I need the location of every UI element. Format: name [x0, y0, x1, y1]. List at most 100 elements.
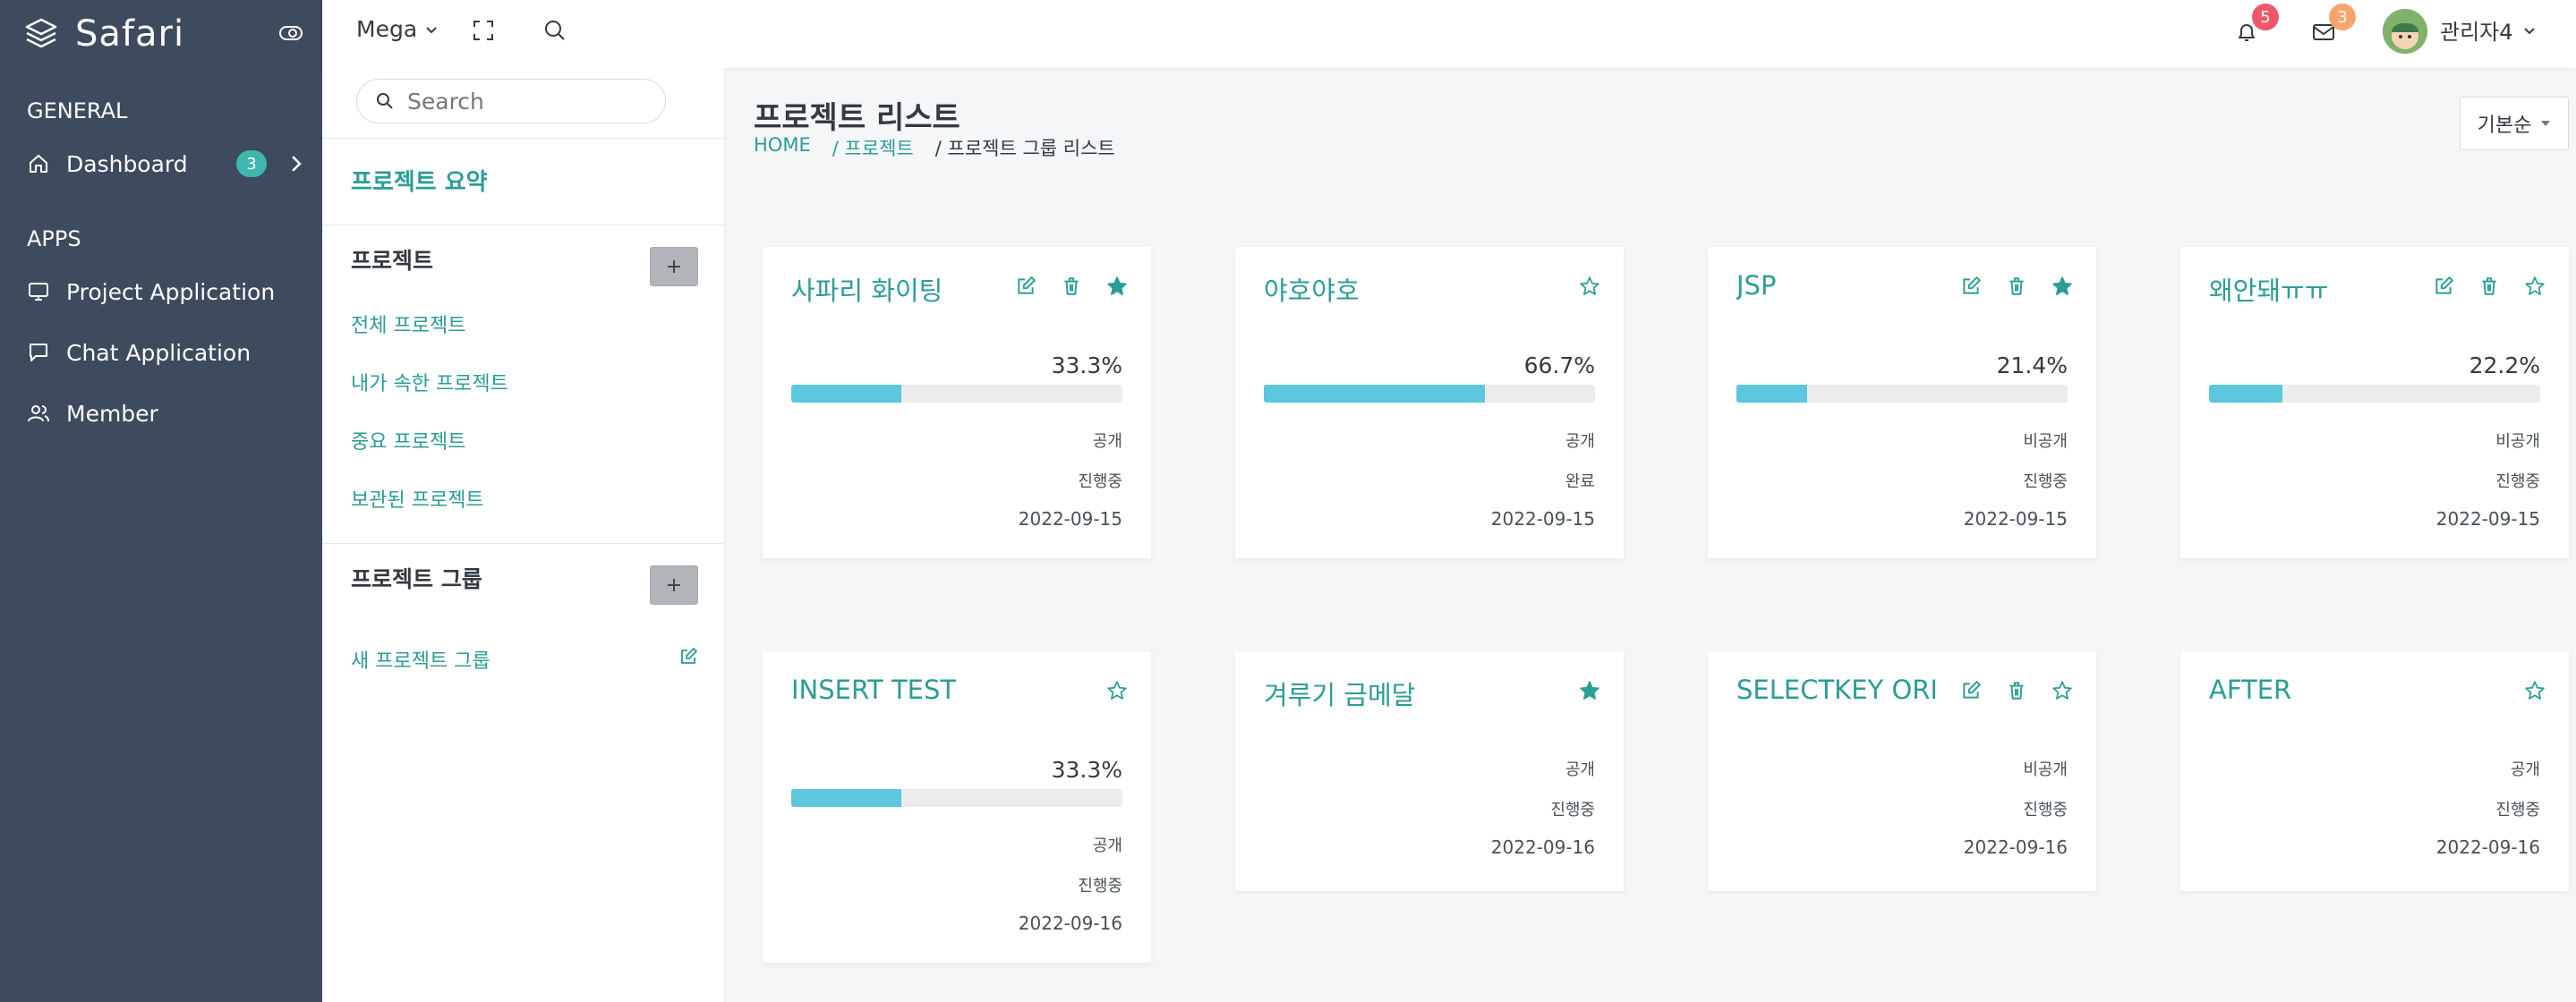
- star-outline-icon[interactable]: [2524, 276, 2546, 297]
- project-card-title[interactable]: AFTER: [2209, 675, 2291, 705]
- add-group-button[interactable]: [650, 565, 698, 605]
- new-group-link[interactable]: 새 프로젝트 그룹: [351, 645, 490, 674]
- dashboard-badge: 3: [236, 150, 267, 177]
- breadcrumb-projects[interactable]: / 프로젝트: [832, 134, 914, 161]
- date-label: 2022-09-15: [1018, 508, 1122, 530]
- project-card-title[interactable]: 사파리 화이팅: [791, 270, 943, 308]
- project-card[interactable]: INSERT TEST 33.3% 공개 진행중 2022-09-16: [763, 651, 1151, 963]
- progress-bar: [1264, 385, 1595, 403]
- trash-icon[interactable]: [2478, 276, 2500, 297]
- star-filled-icon[interactable]: [1579, 680, 1600, 701]
- layers-logo-icon: [25, 18, 57, 48]
- user-menu-button[interactable]: 관리자4: [2440, 14, 2537, 46]
- plus-icon: [668, 579, 680, 591]
- star-outline-icon[interactable]: [2051, 680, 2073, 701]
- projects-heading: 프로젝트: [351, 248, 434, 274]
- mega-menu-button[interactable]: Mega: [356, 16, 439, 42]
- edit-icon[interactable]: [1015, 276, 1036, 297]
- breadcrumb-current: / 프로젝트 그룹 리스트: [934, 138, 1115, 159]
- date-label: 2022-09-15: [1963, 508, 2068, 530]
- project-card-title[interactable]: JSP: [1736, 270, 1776, 301]
- search-icon: [377, 93, 393, 109]
- project-card-title[interactable]: 야호야호: [1264, 270, 1360, 308]
- sidebar-item-member[interactable]: Member: [0, 391, 322, 436]
- add-project-button[interactable]: [650, 247, 698, 286]
- card-actions: [1936, 276, 2073, 297]
- project-card[interactable]: 야호야호 66.7% 공개 완료 2022-09-15: [1235, 247, 1624, 558]
- project-card-title[interactable]: INSERT TEST: [791, 675, 956, 705]
- project-card[interactable]: 왜안돼ㅠㅠ 22.2% 비공개 진행중 2022-09-15: [2180, 247, 2569, 558]
- project-groups-heading: 프로젝트 그룹: [351, 566, 482, 592]
- project-panel: 프로젝트 요약 프로젝트 전체 프로젝트 내가 속한 프로젝트 중요 프로젝트 …: [322, 68, 725, 1002]
- main-sidebar: Safari GENERAL Dashboard 3 APPS Project …: [0, 0, 322, 1002]
- sidebar-item-dashboard[interactable]: Dashboard 3: [0, 141, 322, 186]
- sort-dropdown[interactable]: 기본순: [2460, 97, 2569, 150]
- status-label: 진행중: [2495, 801, 2540, 819]
- trash-icon[interactable]: [2006, 680, 2027, 701]
- visibility-label: 비공개: [2495, 432, 2540, 451]
- project-card-title[interactable]: SELECTKEY ORI: [1736, 675, 1938, 705]
- project-link-important[interactable]: 중요 프로젝트: [351, 426, 465, 454]
- progress-bar-fill: [1264, 385, 1485, 403]
- project-card-title[interactable]: 겨루기 금메달: [1264, 675, 1415, 712]
- sort-label: 기본순: [2477, 115, 2532, 137]
- sidebar-item-project-application[interactable]: Project Application: [0, 269, 322, 314]
- visibility-label: 공개: [1565, 760, 1595, 779]
- project-link-archived[interactable]: 보관된 프로젝트: [351, 484, 484, 513]
- date-label: 2022-09-15: [2435, 508, 2540, 530]
- progress-bar-fill: [2209, 385, 2283, 403]
- edit-icon[interactable]: [1960, 276, 1982, 297]
- star-outline-icon[interactable]: [1106, 680, 1128, 701]
- avatar[interactable]: [2383, 9, 2427, 54]
- project-link-mine[interactable]: 내가 속한 프로젝트: [351, 368, 508, 396]
- search-box[interactable]: [356, 79, 666, 123]
- progress-bar: [791, 385, 1122, 403]
- progress-percent: 21.4%: [1996, 352, 2068, 378]
- trash-icon[interactable]: [2006, 276, 2027, 297]
- progress-bar: [791, 789, 1122, 807]
- project-card[interactable]: SELECTKEY ORI 비공개 진행중 2022-09-16: [1708, 651, 2096, 891]
- brand[interactable]: Safari: [0, 0, 322, 68]
- progress-bar-fill: [791, 789, 902, 807]
- fullscreen-icon[interactable]: [471, 18, 496, 43]
- project-card[interactable]: 사파리 화이팅 33.3% 공개 진행중 2022-09-15: [763, 247, 1151, 558]
- status-label: 완료: [1565, 472, 1595, 491]
- card-actions: [2409, 276, 2546, 297]
- edit-icon[interactable]: [2433, 276, 2454, 297]
- star-filled-icon[interactable]: [1106, 276, 1128, 297]
- star-outline-icon[interactable]: [2524, 680, 2546, 701]
- project-card[interactable]: 겨루기 금메달 공개 진행중 2022-09-16: [1235, 651, 1624, 891]
- divider: [322, 543, 725, 544]
- progress-bar-fill: [791, 385, 902, 403]
- date-label: 2022-09-15: [1490, 508, 1595, 530]
- plus-icon: [668, 260, 680, 273]
- chevron-right-icon: [292, 156, 302, 172]
- section-title-general: GENERAL: [27, 98, 128, 123]
- toggle-sidebar-icon[interactable]: [277, 20, 304, 47]
- divider: [322, 138, 725, 139]
- project-summary-link[interactable]: 프로젝트 요약: [351, 164, 488, 197]
- star-outline-icon[interactable]: [1579, 276, 1600, 297]
- trash-icon[interactable]: [1061, 276, 1082, 297]
- project-card[interactable]: JSP 21.4% 비공개 진행중 2022-09-15: [1708, 247, 2096, 558]
- notification-badge: 5: [2252, 4, 2279, 30]
- search-icon[interactable]: [542, 18, 567, 43]
- brand-name: Safari: [75, 13, 185, 55]
- card-actions: [1555, 680, 1600, 701]
- project-link-all[interactable]: 전체 프로젝트: [351, 310, 465, 338]
- star-filled-icon[interactable]: [2051, 276, 2073, 297]
- chevron-down-icon: [2523, 27, 2535, 34]
- breadcrumb: HOME / 프로젝트 / 프로젝트 그룹 리스트: [754, 134, 1137, 161]
- sidebar-item-chat-application[interactable]: Chat Application: [0, 330, 322, 375]
- project-card-title[interactable]: 왜안돼ㅠㅠ: [2209, 270, 2328, 308]
- project-card[interactable]: AFTER 공개 진행중 2022-09-16: [2180, 651, 2569, 891]
- edit-icon[interactable]: [678, 647, 698, 667]
- search-input[interactable]: [407, 88, 658, 115]
- breadcrumb-home[interactable]: HOME: [754, 134, 811, 161]
- section-title-apps: APPS: [27, 226, 81, 251]
- user-avatar-icon: [2383, 9, 2427, 54]
- visibility-label: 공개: [1092, 836, 1122, 855]
- status-label: 진행중: [2495, 472, 2540, 491]
- mega-menu-label: Mega: [356, 16, 418, 42]
- edit-icon[interactable]: [1960, 680, 1982, 701]
